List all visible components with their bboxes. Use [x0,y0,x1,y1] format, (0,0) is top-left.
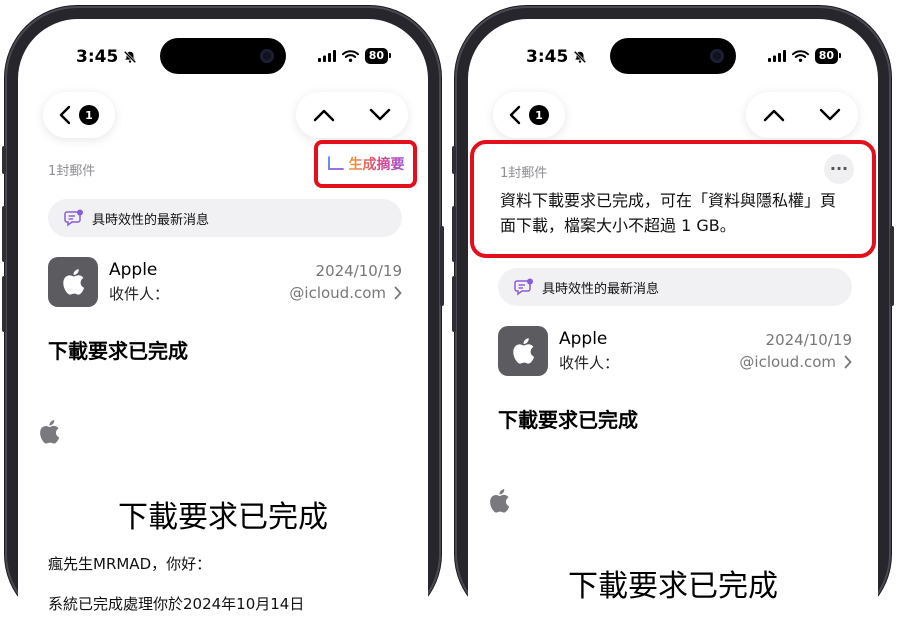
recipient-address: @icloud.com [739,353,836,371]
bell-slash-icon [574,50,587,64]
apple-logo-icon [490,489,510,513]
status-icons: 80 [767,48,842,64]
dynamic-island [160,38,286,74]
status-icons: 80 [317,48,392,64]
cellular-signal-icon [767,50,786,62]
chevron-right-icon [844,355,852,369]
message-date: 2024/10/19 [765,331,852,349]
more-options-button[interactable]: ··· [824,154,854,184]
back-button[interactable]: 1 [43,92,115,138]
volume-down-button [452,276,456,332]
volume-up-button [2,206,6,262]
status-time: 3:45 [76,47,137,67]
recipient-label: 收件人： [109,285,170,303]
summary-text: 資料下載要求已完成，可在「資料與隱私權」頁面下載，檔案大小不超過 1 GB。 [500,191,837,235]
summary-list-icon [327,156,344,170]
mail-screen-summarized: 3:45 80 1 1封郵件 ··· 資料下載要求已完成，可在「資料與隱私權」頁… [468,19,878,626]
unread-count-badge: 1 [79,105,99,125]
next-message-button[interactable] [369,108,391,122]
body-heading: 下載要求已完成 [118,500,328,535]
status-time: 3:45 [526,47,587,67]
previous-message-button[interactable] [313,108,335,122]
apple-avatar [498,326,548,376]
message-date: 2024/10/19 [315,262,402,280]
priority-message-icon [514,278,533,296]
summarize-label: 生成摘要 [349,154,405,174]
sender-header[interactable]: Apple 收件人： 2024/10/19 @icloud.com [498,326,852,378]
body-greeting: 瘋先生MRMAD，你好： [48,555,212,573]
ellipsis-icon: ··· [829,159,849,178]
previous-message-button[interactable] [763,108,785,122]
message-count: 1封郵件 [48,164,96,179]
apple-logo-icon [63,269,85,295]
wifi-icon [341,50,359,62]
phone-left: 3:45 80 1 1封郵件 生成摘要 具時效性的最新消息 Apple 收件人：… [2,6,444,626]
next-message-button[interactable] [819,108,841,122]
apple-avatar [48,257,98,307]
timely-news-label: 具時效性的最新消息 [542,281,660,297]
chevron-right-icon [394,286,402,300]
message-navigation [746,92,858,138]
recipient-address: @icloud.com [289,284,386,302]
action-button [2,146,6,174]
side-button [440,226,444,306]
timely-news-banner[interactable]: 具時效性的最新消息 [48,199,402,237]
apple-logo-icon [513,338,535,364]
summarize-button[interactable]: 生成摘要 [314,140,417,188]
timely-news-label: 具時效性的最新消息 [92,212,210,228]
timely-news-banner[interactable]: 具時效性的最新消息 [498,268,852,306]
dynamic-island [610,38,736,74]
message-navigation [296,92,408,138]
cellular-signal-icon [317,50,336,62]
chevron-left-icon [59,105,71,125]
apple-logo-icon [40,420,60,444]
recipient-label: 收件人： [559,354,620,372]
subject-line: 下載要求已完成 [48,339,188,363]
subject-line: 下載要求已完成 [498,408,638,432]
body-paragraph: 系統已完成處理你於2024年10月14日 [48,595,305,613]
chevron-left-icon [509,105,521,125]
battery-indicator: 80 [814,48,842,64]
back-button[interactable]: 1 [493,92,565,138]
body-heading: 下載要求已完成 [568,569,778,604]
wifi-icon [791,50,809,62]
mail-screen: 3:45 80 1 1封郵件 生成摘要 具時效性的最新消息 Apple 收件人：… [18,19,428,626]
action-button [452,146,456,174]
sender-name: Apple [109,260,158,280]
time-text: 3:45 [76,47,119,67]
sender-header[interactable]: Apple 收件人： 2024/10/19 @icloud.com [48,257,402,309]
unread-count-badge: 1 [529,105,549,125]
side-button [890,226,894,306]
volume-up-button [452,206,456,262]
battery-indicator: 80 [364,48,392,64]
summary-card: 1封郵件 ··· 資料下載要求已完成，可在「資料與隱私權」頁面下載，檔案大小不超… [470,140,876,258]
bell-slash-icon [124,50,137,64]
phone-right: 3:45 80 1 1封郵件 ··· 資料下載要求已完成，可在「資料與隱私權」頁… [452,6,894,626]
sender-name: Apple [559,329,608,349]
message-count: 1封郵件 [500,166,548,181]
priority-message-icon [64,209,83,227]
time-text: 3:45 [526,47,569,67]
volume-down-button [2,276,6,332]
